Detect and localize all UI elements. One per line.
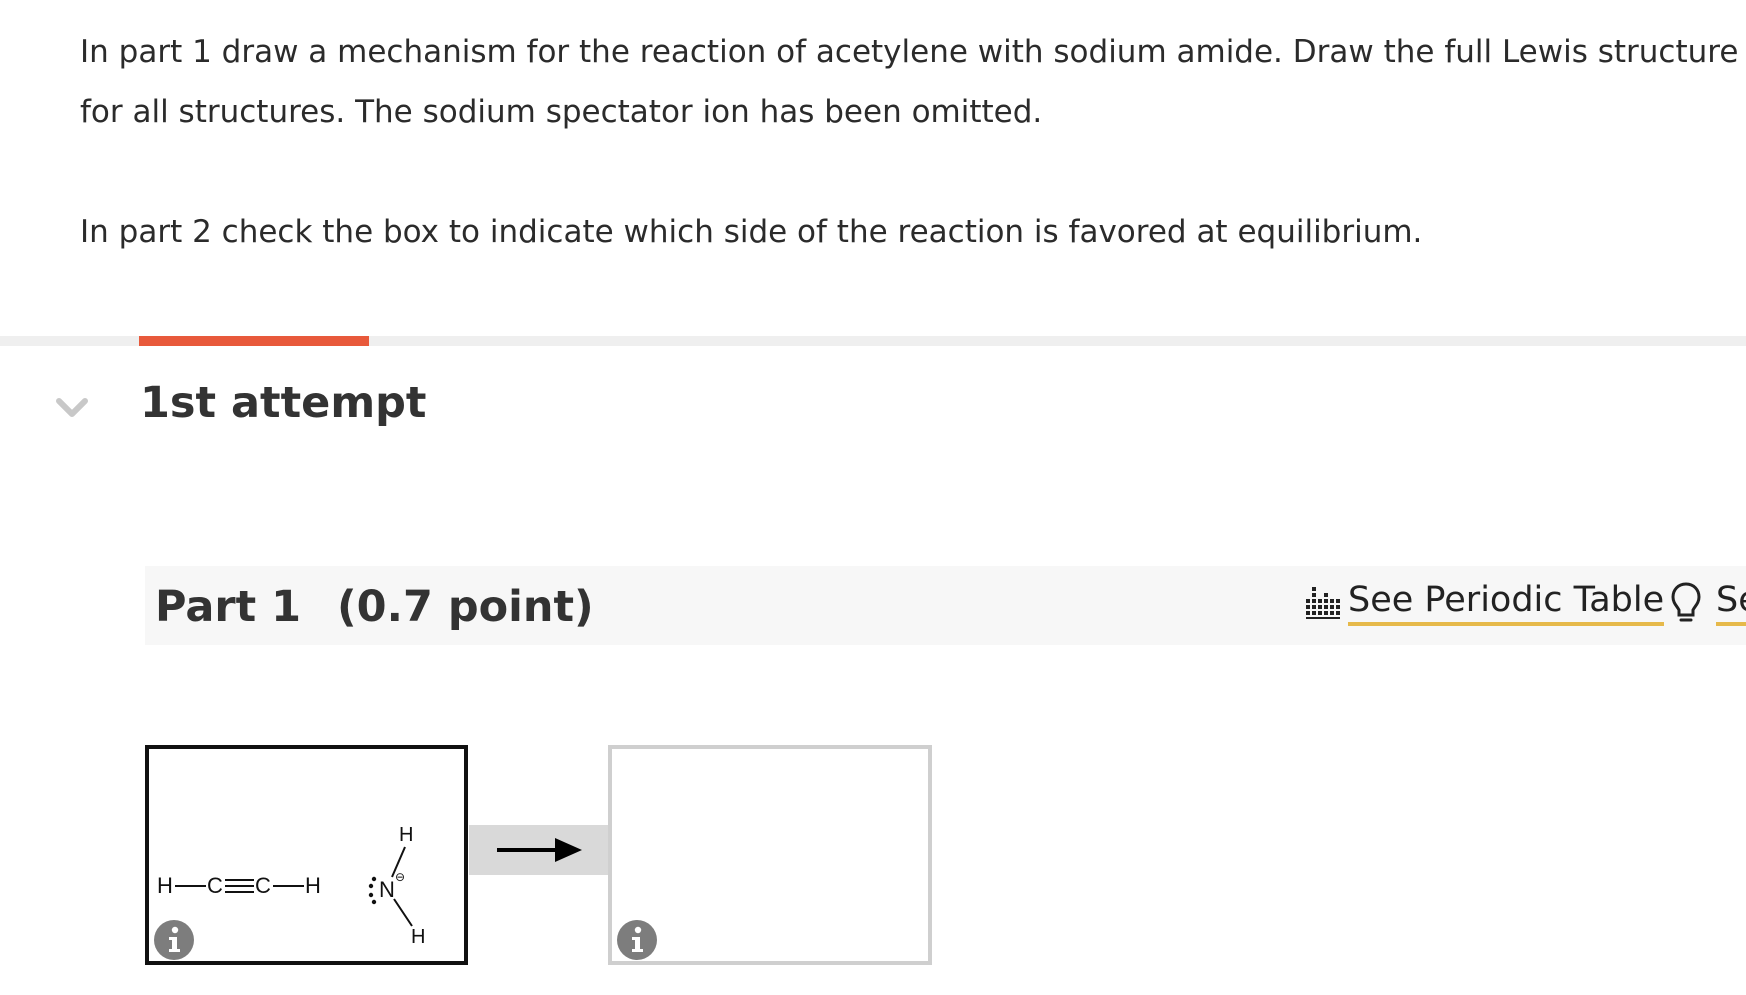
acetylene-h-right: H	[305, 873, 321, 898]
instruction-part-2: In part 2 check the box to indicate whic…	[80, 214, 1423, 250]
reactant-structure: H C C H H N ⊖ H	[157, 824, 425, 948]
acetylene-c-right: C	[255, 873, 271, 898]
see-hint-link[interactable]: See Hint	[1670, 580, 1746, 626]
question-page: In part 1 draw a mechanism for the react…	[0, 0, 1746, 995]
acetylene-c-left: C	[207, 873, 223, 898]
part-header: Part 1 (0.7 point) See Periodic Table S	[145, 566, 1746, 645]
periodic-table-icon	[1306, 587, 1340, 619]
part-title: Part 1 (0.7 point)	[155, 582, 594, 632]
amide-h-top: H	[399, 824, 413, 846]
part-label: Part 1	[155, 582, 302, 632]
part-points: (0.7 point)	[337, 582, 594, 632]
see-periodic-table-label: See Periodic Table	[1348, 580, 1665, 626]
info-icon[interactable]	[153, 919, 195, 961]
reaction-arrow-bar	[469, 825, 608, 875]
see-periodic-table-link[interactable]: See Periodic Table	[1302, 580, 1665, 626]
info-icon[interactable]	[616, 919, 658, 961]
see-hint-label: See Hint	[1716, 580, 1746, 626]
amide-negative-charge: ⊖	[395, 870, 405, 884]
chevron-down-icon[interactable]	[56, 396, 88, 420]
acetylene-h-left: H	[157, 873, 173, 898]
reactant-drawing-box[interactable]: H C C H H N ⊖ H	[145, 745, 468, 965]
amide-nitrogen: N	[379, 877, 395, 902]
reaction-arrow-icon	[497, 838, 582, 862]
attempt-progress-indicator	[139, 336, 369, 346]
attempt-title: 1st attempt	[140, 378, 427, 428]
question-instructions: In part 1 draw a mechanism for the react…	[80, 22, 1740, 262]
amide-h-bottom: H	[411, 926, 425, 948]
product-drawing-box[interactable]	[608, 745, 932, 965]
lightbulb-icon	[1671, 582, 1701, 622]
instruction-part-1: In part 1 draw a mechanism for the react…	[80, 34, 1739, 130]
